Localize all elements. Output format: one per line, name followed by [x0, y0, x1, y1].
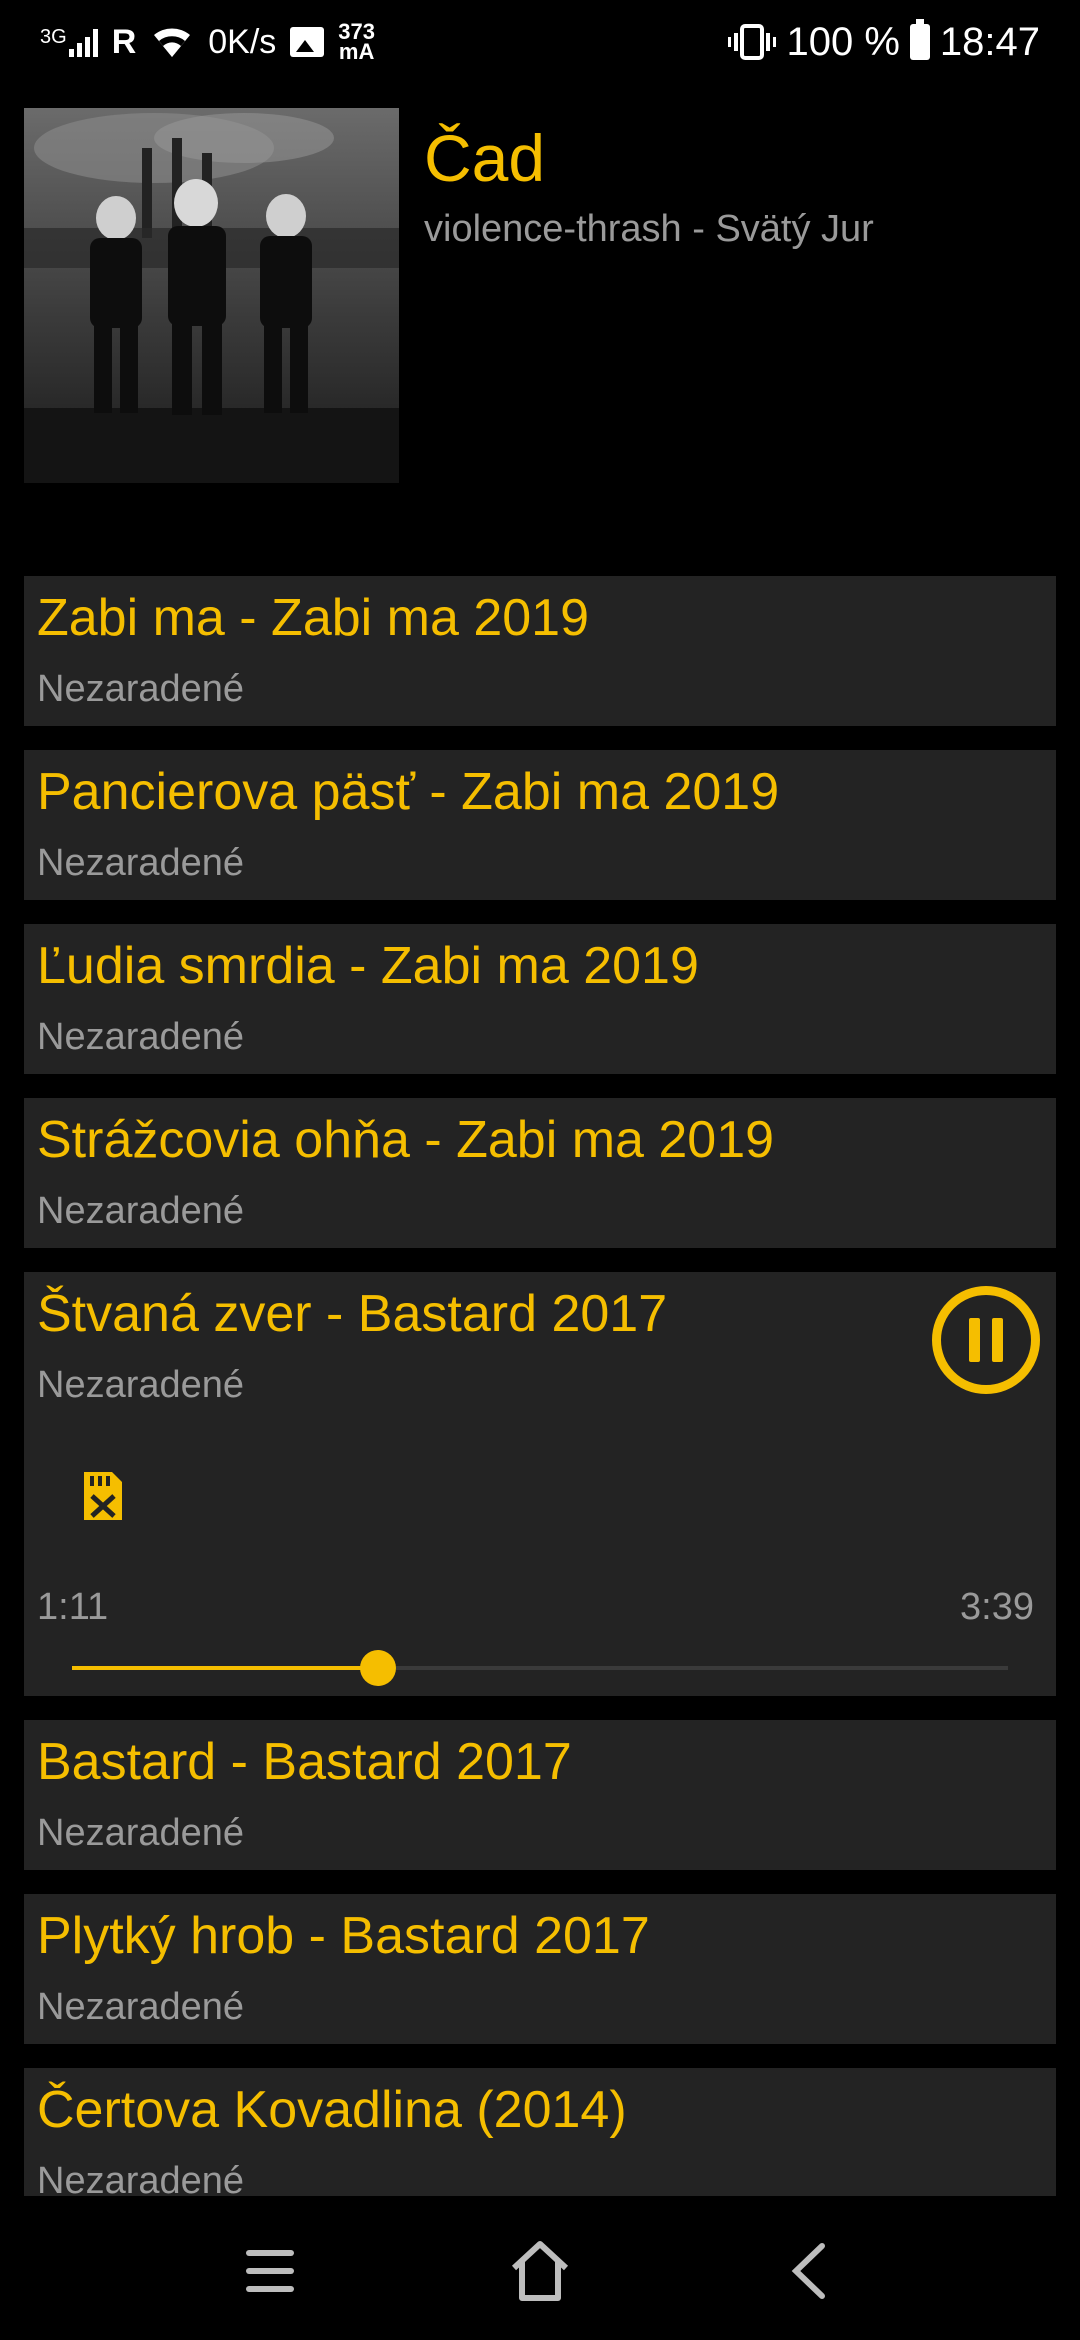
track-category: Nezaradené [37, 2160, 245, 2196]
track-title: Zabi ma - Zabi ma 2019 [37, 589, 590, 647]
pause-icon [969, 1318, 980, 1362]
artist-name: Čad [424, 121, 546, 195]
status-bar-right: 100 % 18:47 [728, 14, 1040, 70]
track-item[interactable]: Zabi ma - Zabi ma 2019 Nezaradené [24, 576, 1056, 726]
track-item[interactable]: Čertova Kovadlina (2014) Nezaradené [24, 2068, 1056, 2196]
track-item[interactable]: Ľudia smrdia - Zabi ma 2019 Nezaradené [24, 924, 1056, 1074]
track-title: Pancierova päsť - Zabi ma 2019 [37, 763, 780, 821]
seek-bar[interactable] [72, 1650, 1008, 1686]
signal-icon: 3G [40, 27, 98, 57]
track-item[interactable]: Strážcovia ohňa - Zabi ma 2019 Nezaraden… [24, 1098, 1056, 1248]
status-bar: 3G R 0K/s 373 mA 100 % 18:47 [0, 0, 1080, 84]
clock: 18:47 [939, 19, 1040, 64]
home-icon[interactable] [500, 2236, 580, 2306]
track-category: Nezaradené [37, 1812, 245, 1854]
back-icon[interactable] [770, 2236, 850, 2306]
track-item-playing[interactable]: Štvaná zver - Bastard 2017 Nezaradené 1:… [24, 1272, 1056, 1696]
current-readout: 373 mA [338, 21, 375, 64]
track-title: Čertova Kovadlina (2014) [37, 2081, 627, 2139]
track-title: Štvaná zver - Bastard 2017 [37, 1285, 668, 1343]
track-category: Nezaradené [37, 1364, 245, 1406]
track-title: Ľudia smrdia - Zabi ma 2019 [37, 937, 699, 995]
track-category: Nezaradené [37, 668, 245, 710]
wifi-icon [154, 28, 191, 57]
image-icon [290, 27, 325, 57]
track-title: Plytký hrob - Bastard 2017 [37, 1907, 650, 1965]
navigation-bar [0, 2196, 1080, 2340]
track-title: Strážcovia ohňa - Zabi ma 2019 [37, 1111, 775, 1169]
track-category: Nezaradené [37, 1016, 245, 1058]
track-item[interactable]: Pancierova päsť - Zabi ma 2019 Nezaraden… [24, 750, 1056, 900]
status-bar-left: 3G R 0K/s 373 mA [40, 14, 375, 70]
roaming-indicator: R [111, 22, 137, 61]
track-category: Nezaradené [37, 842, 245, 884]
network-speed: 0K/s [208, 22, 277, 61]
track-title: Bastard - Bastard 2017 [37, 1733, 572, 1791]
battery-icon [909, 19, 930, 60]
battery-percent: 100 % [786, 19, 900, 64]
seek-progress [72, 1666, 379, 1670]
track-item[interactable]: Plytký hrob - Bastard 2017 Nezaradené [24, 1894, 1056, 2044]
menu-icon[interactable] [230, 2236, 310, 2306]
album-cover-image [24, 108, 399, 483]
artist-header: Čad violence-thrash - Svätý Jur [24, 108, 1056, 483]
track-list[interactable]: Zabi ma - Zabi ma 2019 Nezaradené Pancie… [24, 576, 1056, 2196]
track-item[interactable]: Bastard - Bastard 2017 Nezaradené [24, 1720, 1056, 1870]
track-category: Nezaradené [37, 1986, 245, 2028]
track-category: Nezaradené [37, 1190, 245, 1232]
vibrate-icon [728, 24, 777, 60]
pause-button[interactable] [932, 1286, 1040, 1394]
network-type: 3G [40, 26, 67, 48]
current-time: 1:11 [37, 1586, 109, 1628]
seek-thumb[interactable] [360, 1650, 397, 1686]
current-unit: mA [338, 39, 375, 64]
total-time: 3:39 [960, 1586, 1034, 1628]
sd-card-icon[interactable] [78, 1468, 126, 1524]
artist-subtitle: violence-thrash - Svätý Jur [424, 208, 874, 250]
